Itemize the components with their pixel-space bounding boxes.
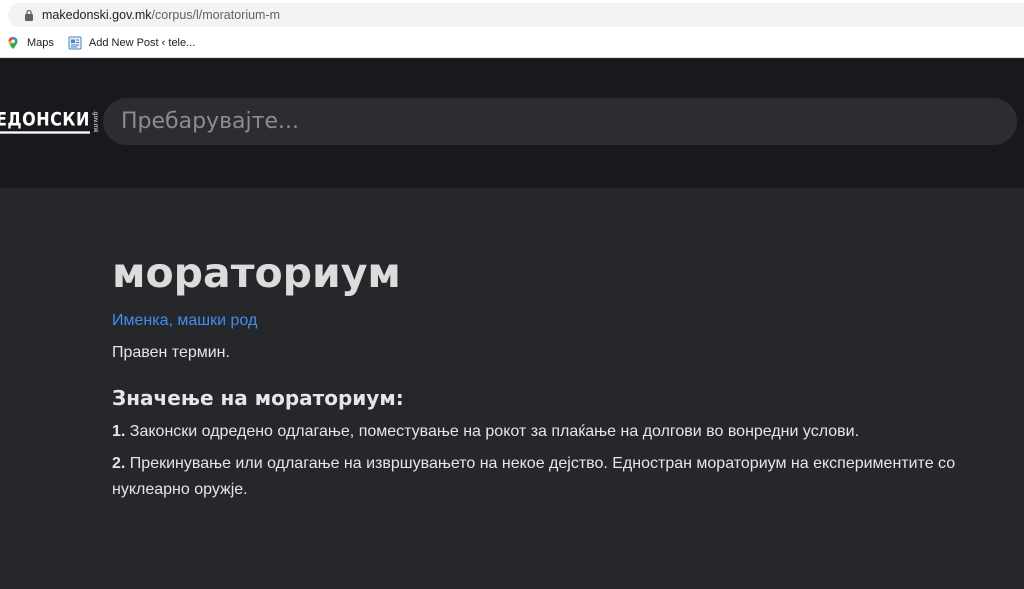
word-title: мораториум	[112, 249, 401, 297]
usage-note: Правен термин.	[112, 344, 230, 361]
url-text: makedonski.gov.mk/corpus/l/moratorium-m	[42, 8, 280, 22]
maps-icon	[8, 36, 18, 49]
lock-icon	[25, 9, 33, 21]
address-bar[interactable]: makedonski.gov.mk/corpus/l/moratorium-m	[8, 3, 1024, 27]
bookmark-maps[interactable]: Maps	[6, 36, 54, 50]
entry-content: мораториум Именка, машки род Правен терм…	[112, 245, 1012, 503]
definition-item: 1. Законски одредено одлагање, поместува…	[112, 419, 1022, 445]
pos-link[interactable]: Именка	[112, 312, 168, 329]
browser-toolbar: makedonski.gov.mk/corpus/l/moratorium-m	[0, 0, 1024, 28]
site-logo[interactable]: ЕДОНСКИ .gov.mk	[0, 106, 98, 136]
grammar-separator: ,	[168, 312, 173, 329]
page-icon	[68, 36, 82, 49]
bookmark-maps-label: Maps	[27, 36, 54, 49]
url-domain: makedonski.gov.mk	[42, 8, 152, 22]
definition-number: 1.	[112, 423, 126, 440]
definition-text: Прекинување или одлагање на извршувањето…	[112, 455, 956, 498]
grammar-line: Именка, машки род	[112, 311, 1012, 331]
definition-text: Законски одредено одлагање, поместување …	[129, 423, 860, 440]
logo-text: ЕДОНСКИ	[0, 108, 90, 134]
bookmark-add-new-post-label: Add New Post ‹ tele...	[88, 36, 196, 49]
definition-item: 2. Прекинување или одлагање на извршувањ…	[112, 451, 1022, 503]
bookmarks-bar: Maps Add New Post ‹ tele...	[0, 28, 1024, 58]
logo-suffix: .gov.mk	[91, 109, 98, 133]
gender-link[interactable]: машки род	[177, 312, 257, 329]
bookmark-add-new-post[interactable]: Add New Post ‹ tele...	[68, 36, 195, 50]
url-path: /corpus/l/moratorium-m	[151, 8, 281, 22]
definition-number: 2.	[112, 455, 126, 472]
meaning-heading: Значење на мораториум:	[112, 386, 404, 410]
search-input[interactable]	[103, 98, 1017, 145]
